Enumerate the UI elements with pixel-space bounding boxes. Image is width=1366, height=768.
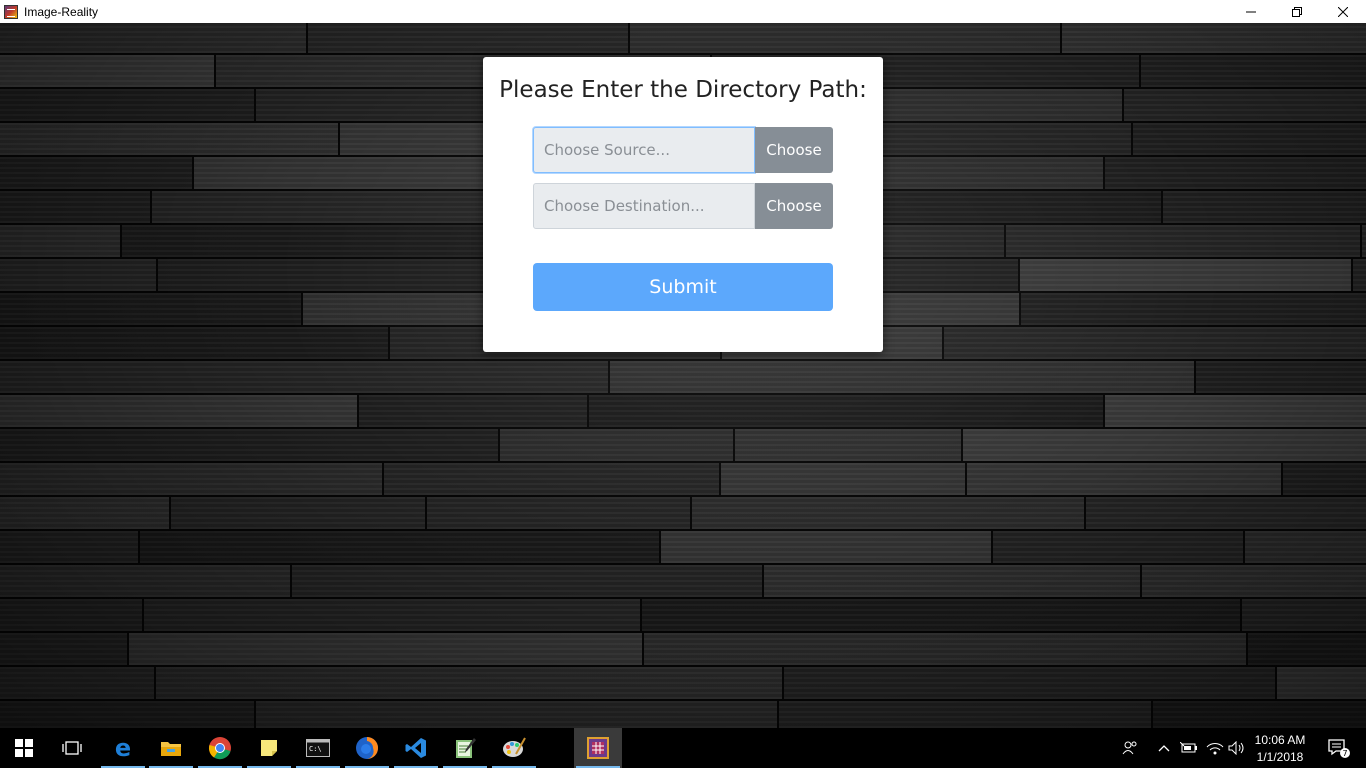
- battery-button[interactable]: [1178, 728, 1200, 768]
- file-explorer-icon: [161, 742, 181, 756]
- choose-destination-button[interactable]: Choose: [755, 183, 833, 229]
- task-view-icon: [62, 741, 82, 755]
- taskbar-terminal[interactable]: C:\: [294, 728, 342, 768]
- submit-button[interactable]: Submit: [533, 263, 833, 311]
- battery-icon: [1180, 742, 1197, 753]
- taskbar: e C:\ 10:06 AM 1/1/2018 7: [0, 728, 1366, 768]
- close-button[interactable]: [1320, 0, 1366, 23]
- notepad-icon: [456, 738, 476, 758]
- start-button[interactable]: [0, 728, 48, 768]
- edge-icon: e: [115, 736, 131, 760]
- svg-text:C:\: C:\: [309, 745, 322, 753]
- notification-count: 7: [1342, 749, 1347, 758]
- people-icon: [1122, 741, 1137, 755]
- directory-dialog: Please Enter the Directory Path: Choose …: [483, 57, 883, 352]
- close-icon: [1338, 6, 1348, 17]
- svg-text:e: e: [115, 736, 131, 760]
- window-titlebar: Image-Reality: [0, 0, 1366, 23]
- source-input[interactable]: [533, 127, 755, 173]
- start-icon: [15, 739, 33, 757]
- source-input-group: Choose: [533, 127, 833, 173]
- window-controls: [1228, 0, 1366, 23]
- taskbar-image-reality[interactable]: [574, 728, 622, 768]
- wifi-icon: [1206, 743, 1224, 755]
- window-title: Image-Reality: [24, 4, 99, 19]
- app-icon: [4, 4, 18, 19]
- sticky-notes-icon: [261, 740, 277, 756]
- restore-icon: [1292, 6, 1302, 17]
- notification-icon: 7: [1328, 739, 1350, 758]
- terminal-icon: C:\: [306, 739, 330, 757]
- taskbar-file-explorer[interactable]: [147, 728, 195, 768]
- destination-input[interactable]: [533, 183, 755, 229]
- destination-input-group: Choose: [533, 183, 833, 229]
- dialog-heading: Please Enter the Directory Path:: [499, 77, 867, 103]
- clock-time: 10:06 AM: [1254, 733, 1306, 747]
- show-hidden-icons-button[interactable]: [1154, 728, 1174, 768]
- taskbar-chrome[interactable]: [196, 728, 244, 768]
- minimize-button[interactable]: [1228, 0, 1274, 23]
- paint-icon: [503, 737, 526, 757]
- chevron-up-icon: [1158, 745, 1170, 752]
- taskbar-sticky-notes[interactable]: [245, 728, 293, 768]
- taskbar-paint[interactable]: [490, 728, 538, 768]
- volume-icon: [1228, 741, 1244, 755]
- restore-button[interactable]: [1274, 0, 1320, 23]
- choose-source-button[interactable]: Choose: [755, 127, 833, 173]
- volume-button[interactable]: [1226, 728, 1248, 768]
- wifi-button[interactable]: [1204, 728, 1226, 768]
- image-reality-icon: [587, 737, 609, 759]
- clock-date: 1/1/2018: [1256, 750, 1304, 764]
- taskbar-clock[interactable]: 10:06 AM 1/1/2018: [1248, 728, 1312, 768]
- vscode-icon: [405, 738, 426, 758]
- firefox-icon: [356, 737, 378, 759]
- taskbar-vscode[interactable]: [392, 728, 440, 768]
- task-view-button[interactable]: [48, 728, 96, 768]
- chrome-icon: [208, 737, 231, 760]
- taskbar-edge[interactable]: e: [99, 728, 147, 768]
- taskbar-notepad[interactable]: [441, 728, 489, 768]
- people-button[interactable]: [1118, 728, 1142, 768]
- action-center-button[interactable]: 7: [1318, 728, 1358, 768]
- minimize-icon: [1246, 11, 1256, 12]
- taskbar-firefox[interactable]: [343, 728, 391, 768]
